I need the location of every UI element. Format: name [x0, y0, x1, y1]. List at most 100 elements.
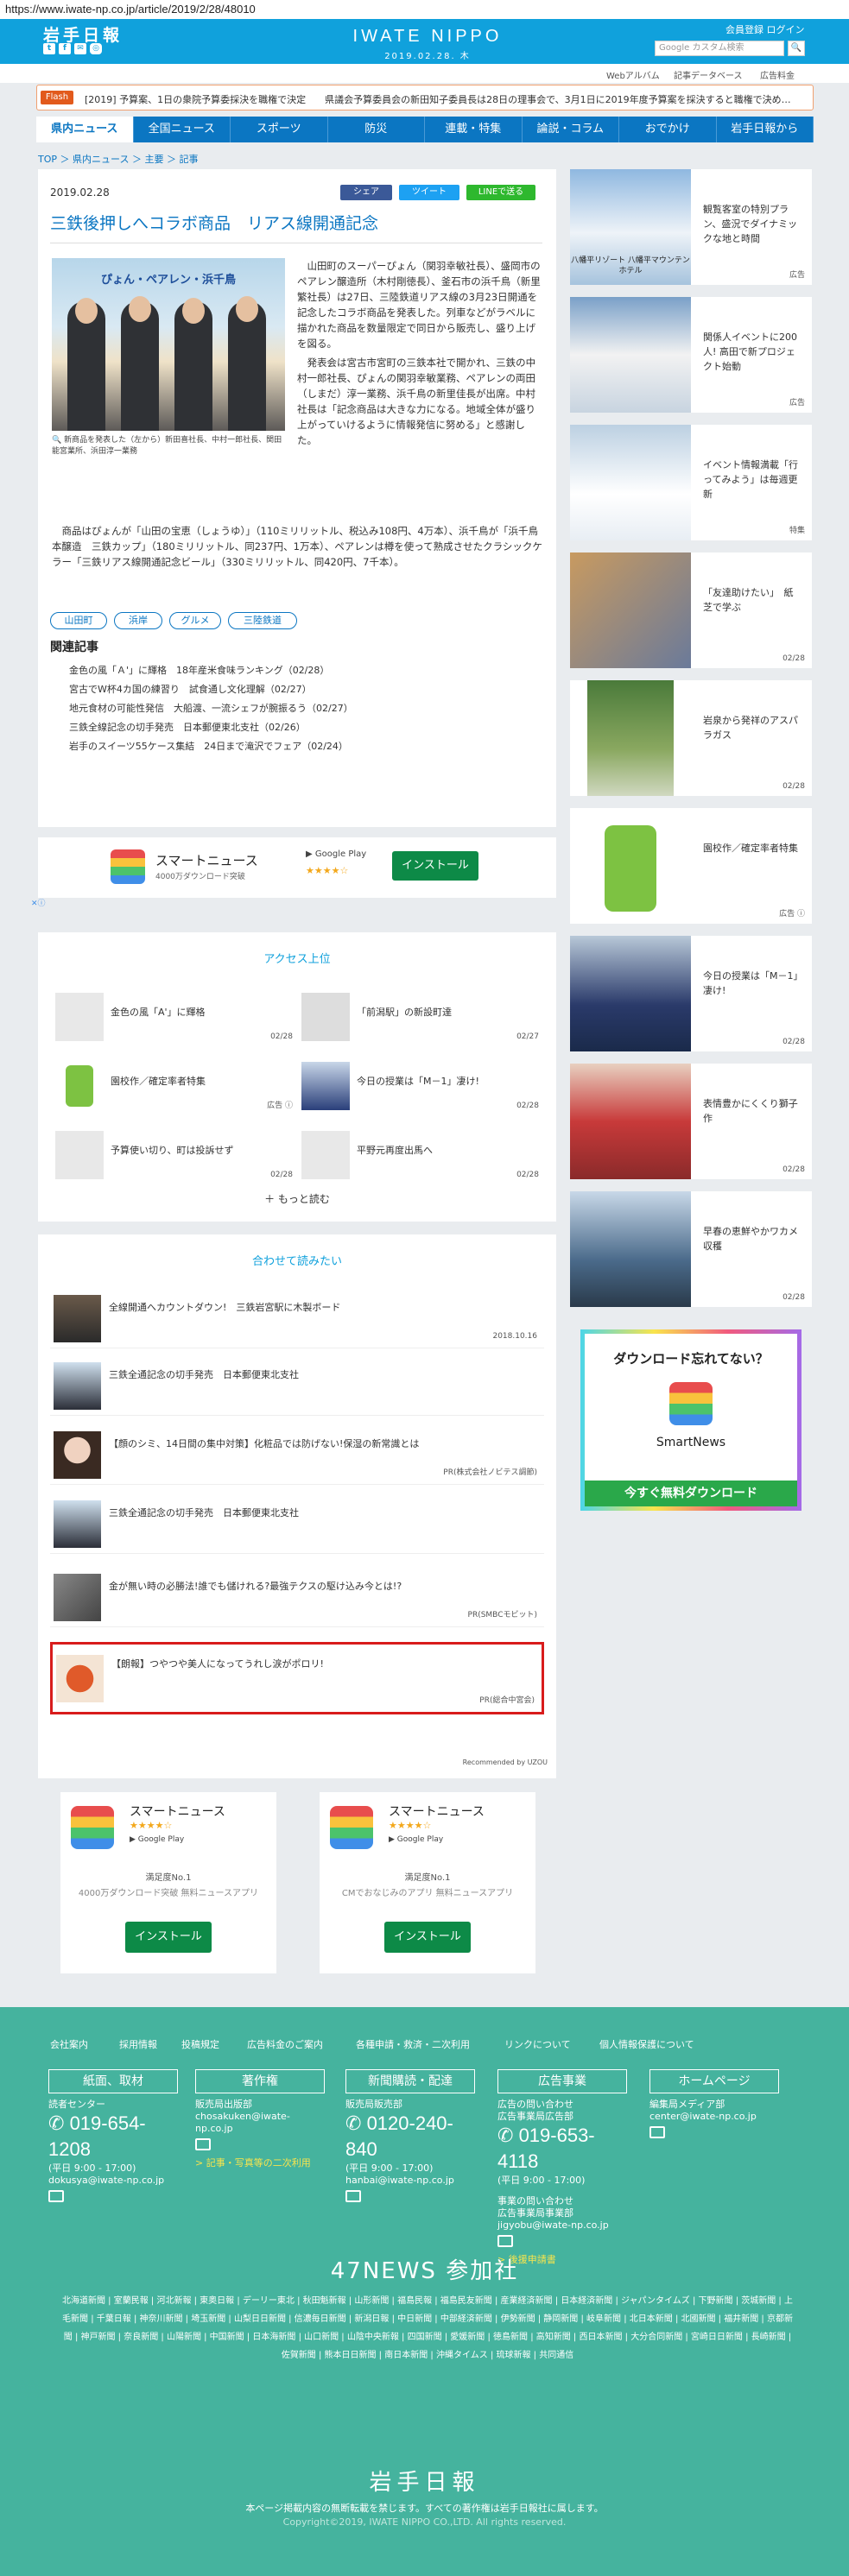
access-ranking-panel: アクセス上位 金色の風「A'」に輝格 02/28 「前潟駅」の新設町達 02/27 …	[38, 932, 556, 1222]
rating-stars: ★★★★☆	[130, 1820, 173, 1831]
nav-national-news[interactable]: 全国ニュース	[134, 117, 231, 142]
facebook-icon[interactable]: f	[59, 43, 71, 54]
footer-link[interactable]: 採用情報	[119, 2037, 157, 2051]
phone-icon: ✆	[497, 2125, 514, 2146]
ranking-item[interactable]: 今日の授業は「M－1」凄け! 02/28	[301, 1062, 539, 1114]
recommend-item[interactable]: 【顔のシミ、14日間の集中対策】化粧品では防げない!保湿の新常識とは PR(株式会…	[50, 1424, 544, 1485]
search-input[interactable]: Google カスタム検索	[655, 41, 784, 56]
footer-link[interactable]: 各種申請・救済・二次利用	[356, 2037, 470, 2051]
smartnews-sidebar-ad[interactable]: ダウンロード忘れてない？ SmartNews 今すぐ無料ダウンロード	[580, 1329, 801, 1511]
sidebar-item[interactable]: 岩泉から発祥のアスパラガス 02/28	[570, 680, 812, 796]
nav-disaster[interactable]: 防災	[328, 117, 425, 142]
install-button[interactable]: インストール	[392, 851, 478, 881]
article-date: 2019.02.28	[50, 186, 110, 199]
photo-banner: ぴょん・ペアレン・浜千鳥	[100, 274, 236, 287]
footer-link[interactable]: 会社案内	[50, 2037, 88, 2051]
flash-news-bar[interactable]: Flash [2019] 予算案、1日の衆院予算委採決を職権で決定 県議会予算委…	[36, 85, 814, 110]
line-share-button[interactable]: LINEで送る	[466, 185, 535, 200]
recommend-item[interactable]: 三鉄全通記念の切手発売 日本郵便東北支社	[50, 1493, 544, 1554]
twitter-icon[interactable]: t	[43, 43, 55, 54]
search-icon[interactable]: 🔍	[788, 41, 805, 56]
ranking-item[interactable]: 平野元再度出馬へ 02/28	[301, 1131, 539, 1183]
recommend-item[interactable]: 全線開通へカウントダウン! 三鉄岩宮駅に木製ボード 2018.10.16	[50, 1288, 544, 1348]
login-links[interactable]: 会員登録 ログイン	[725, 22, 805, 36]
tag-sanriku-railway[interactable]: 三陸鉄道	[228, 612, 297, 629]
sidebar-item[interactable]: 今日の授業は「M－1」凄け! 02/28	[570, 936, 812, 1051]
recommend-panel: 合わせて読みたい 全線開通へカウントダウン! 三鉄岩宮駅に木製ボード 2018.1…	[38, 1234, 556, 1778]
recommend-item-highlighted[interactable]: 【朗報】つやつや美人になってうれし涙がポロリ! PR(総合中宮会)	[50, 1642, 544, 1714]
facebook-share-button[interactable]: シェア	[340, 185, 392, 200]
install-button[interactable]: インストール	[384, 1922, 471, 1953]
article-photo[interactable]: ぴょん・ペアレン・浜千鳥	[52, 258, 285, 431]
site-logo[interactable]: 岩手日報	[43, 22, 123, 46]
ad-info-icon[interactable]: ✕ⓘ	[31, 897, 46, 908]
footer-link[interactable]: リンクについて	[504, 2037, 571, 2051]
related-article[interactable]: 宮古でW杯4カ国の練習り 試食通し文化理解（02/27）	[69, 682, 312, 696]
app-name: SmartNews	[656, 1436, 726, 1449]
subnav-ad-rates[interactable]: 広告料金	[760, 68, 795, 81]
smartnews-ad-banner[interactable]: スマートニュース 4000万ダウンロード突破 ▶ Google Play ★★★…	[31, 837, 556, 908]
ranking-item[interactable]: 園校作／確定率者特集 広告 ⓘ	[55, 1062, 293, 1114]
mail-icon[interactable]	[48, 2190, 64, 2202]
sidebar-item[interactable]: 表情豊かにくくり獅子作 02/28	[570, 1064, 812, 1179]
breadcrumb[interactable]: TOP ＞ 県内ニュース ＞ 主要 ＞ 記事	[38, 152, 198, 166]
tag-hamagishi[interactable]: 浜岸	[114, 612, 162, 629]
sidebar-item[interactable]: 園校作／確定率者特集 広告 ⓘ	[570, 808, 812, 924]
tweet-button[interactable]: ツイート	[399, 185, 459, 200]
footer-link[interactable]: 広告料金のご案内	[247, 2037, 323, 2051]
flash-text[interactable]: [2019] 予算案、1日の衆院予算委採決を職権で決定 県議会予算委員会の新田知…	[85, 92, 806, 106]
smartnews-ad-card[interactable]: スマートニュース ★★★★☆ ▶ Google Play 満足度No.1 CMで…	[320, 1792, 535, 1973]
nav-editorial[interactable]: 論説・コラム	[523, 117, 619, 142]
ranking-item[interactable]: 「前潟駅」の新設町達 02/27	[301, 993, 539, 1045]
install-button[interactable]: インストール	[125, 1922, 212, 1953]
mail-icon[interactable]: ✉	[74, 43, 86, 54]
nav-from-nippo[interactable]: 岩手日報から	[717, 117, 814, 142]
recommend-item[interactable]: 三鉄全通記念の切手発売 日本郵便東北支社	[50, 1355, 544, 1416]
news47-paper-list[interactable]: 北海道新聞 | 室蘭民報 | 河北新報 | 東奥日報 | デーリー東北 | 秋田…	[60, 2292, 795, 2364]
subnav-database[interactable]: 記事データベース	[674, 68, 743, 81]
ad-title: スマートニュース	[155, 853, 258, 868]
uzou-credit[interactable]: Recommended by UZOU	[463, 1758, 548, 1766]
brand-name[interactable]: IWATE NIPPO	[337, 27, 518, 47]
nav-outing[interactable]: おでかけ	[619, 117, 717, 142]
footer-link[interactable]: 投稿規定	[181, 2037, 219, 2051]
more-button[interactable]: ＋ もっと読む	[38, 1191, 556, 1206]
sidebar-item[interactable]: 関係人イベントに200人! 高田で新プロジェクト始動 広告	[570, 297, 812, 413]
tag-yamada[interactable]: 山田町	[50, 612, 107, 629]
nav-sports[interactable]: スポーツ	[231, 117, 328, 142]
footer-link[interactable]: 個人情報保護について	[599, 2037, 694, 2051]
secondary-use-link[interactable]: > 記事・写真等の二次利用	[195, 2157, 325, 2169]
tag-gourmet[interactable]: グルメ	[169, 612, 221, 629]
instagram-icon[interactable]: ◎	[90, 43, 102, 54]
phone-icon: ✆	[345, 2112, 362, 2134]
sidebar-item[interactable]: 早春の恵鮮やかワカメ収穫 02/28	[570, 1191, 812, 1307]
url-bar[interactable]: https://www.iwate-np.co.jp/article/2019/…	[0, 0, 849, 19]
phone-number[interactable]: ✆ 019-653-4118	[497, 2123, 627, 2175]
flash-tag: Flash	[41, 91, 73, 104]
related-article[interactable]: 地元食材の可能性発信 大船渡、一流シェフが腕振るう（02/27）	[69, 701, 353, 715]
mail-icon[interactable]	[195, 2138, 211, 2150]
phone-icon: ✆	[48, 2112, 65, 2134]
download-button[interactable]: 今すぐ無料ダウンロード	[585, 1481, 797, 1506]
thumbnail	[55, 993, 104, 1041]
sidebar-item[interactable]: 「友達助けたい」 紙芝で学ぶ 02/28	[570, 552, 812, 668]
related-article[interactable]: 三鉄全線記念の切手発売 日本郵便東北支社（02/26）	[69, 720, 306, 734]
subnav-album[interactable]: Webアルバム	[606, 68, 660, 81]
sidebar-item[interactable]: イベント情報満載「行ってみよう」は毎週更新 特集	[570, 425, 812, 540]
footer-logo[interactable]: 岩手日報	[0, 2465, 849, 2497]
mail-icon[interactable]	[345, 2190, 361, 2202]
related-article[interactable]: 岩手のスイーツ55ケース集結 24日まで滝沢でフェア（02/24）	[69, 739, 348, 753]
mail-icon[interactable]	[497, 2235, 513, 2247]
ranking-item[interactable]: 金色の風「A'」に輝格 02/28	[55, 993, 293, 1045]
mail-icon[interactable]	[649, 2126, 665, 2138]
phone-number[interactable]: ✆ 0120-240-840	[345, 2111, 475, 2162]
ranking-item[interactable]: 予算使い切り、町は投訴せず 02/28	[55, 1131, 293, 1183]
smartnews-ad-card[interactable]: スマートニュース ★★★★☆ ▶ Google Play 満足度No.1 400…	[60, 1792, 276, 1973]
nav-local-news[interactable]: 県内ニュース	[36, 117, 134, 142]
tweet-label: ツイート	[412, 187, 447, 197]
phone-number[interactable]: ✆ 019-654-1208	[48, 2111, 178, 2162]
related-article[interactable]: 金色の風「Ａ'」に輝格 18年産米食味ランキング（02/28）	[69, 663, 329, 677]
recommend-item[interactable]: 金が無い時の必勝法!誰でも儲けれる?最強テクスの駆け込み今とは!? PR(SMBC…	[50, 1567, 544, 1627]
nav-series[interactable]: 連載・特集	[425, 117, 523, 142]
sidebar-item[interactable]: 八幡平リゾート 八幡平マウンテンホテル 観覧客室の特別プラン、盛況でダイナミック…	[570, 169, 812, 285]
